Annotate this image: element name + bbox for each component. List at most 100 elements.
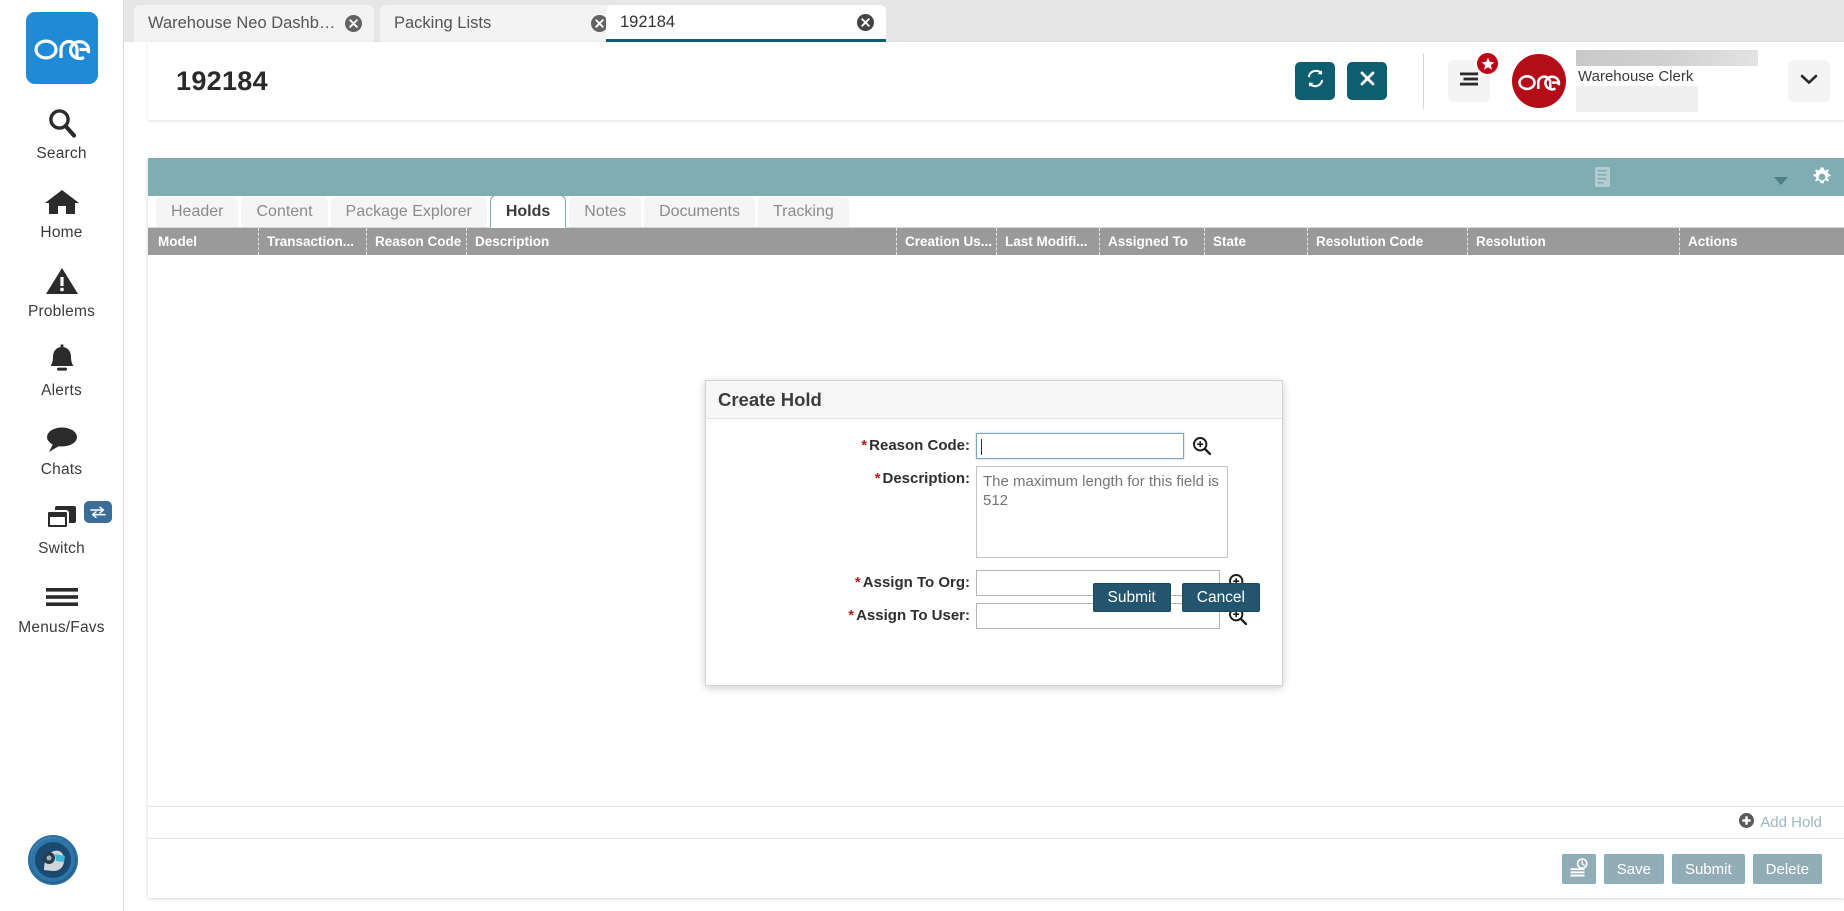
close-page-button[interactable] — [1347, 62, 1387, 100]
tab-package-explorer[interactable]: Package Explorer — [330, 197, 487, 227]
sidebar-item-home[interactable]: Home — [0, 183, 124, 242]
refresh-button[interactable] — [1295, 62, 1335, 100]
column-header-model[interactable]: Model — [148, 228, 258, 255]
swap-arrows-icon[interactable] — [83, 501, 112, 523]
warning-triangle-icon — [45, 262, 79, 300]
field-row-description: * Description: — [706, 466, 1282, 558]
column-header-last-modified[interactable]: Last Modifi... — [996, 228, 1099, 255]
close-icon[interactable] — [338, 15, 368, 32]
tab-label: Tracking — [773, 203, 834, 220]
gear-icon[interactable] — [1811, 166, 1833, 193]
submit-button[interactable]: Submit — [1671, 854, 1745, 884]
browser-tab-label: Packing Lists — [394, 14, 492, 32]
sidebar-item-switch[interactable]: Switch — [0, 499, 124, 558]
description-textarea[interactable] — [976, 466, 1228, 558]
reason-code-input[interactable] — [976, 433, 1184, 459]
history-log-icon — [1569, 857, 1589, 881]
browser-tab-warehouse-neo-dashboard[interactable]: Warehouse Neo Dashboard — [134, 5, 374, 42]
sidebar-item-label: Search — [36, 145, 87, 162]
user-extra-redacted — [1576, 86, 1698, 112]
bell-icon — [46, 341, 78, 379]
reason-code-label: * Reason Code: — [706, 433, 976, 459]
sidebar-item-chats[interactable]: Chats — [0, 420, 124, 479]
column-header-transaction[interactable]: Transaction... — [258, 228, 366, 255]
dialog-cancel-button[interactable]: Cancel — [1181, 583, 1260, 612]
left-sidebar: Search Home Problems Alerts Chats Switch… — [0, 0, 124, 911]
search-icon — [45, 104, 79, 142]
column-header-resolution[interactable]: Resolution — [1467, 228, 1679, 255]
tab-documents[interactable]: Documents — [644, 197, 755, 227]
tab-content[interactable]: Content — [241, 197, 328, 227]
header-actions: Warehouse Clerk — [1283, 42, 1844, 120]
tab-tracking[interactable]: Tracking — [758, 197, 849, 227]
save-button[interactable]: Save — [1603, 854, 1664, 884]
sidebar-item-menus-favs[interactable]: Menus/Favs — [0, 578, 124, 637]
close-x-icon — [1359, 70, 1376, 92]
sidebar-item-label: Home — [40, 224, 83, 241]
table-header-row: Model Transaction... Reason Code Descrip… — [148, 228, 1844, 255]
tab-label: Header — [171, 203, 224, 220]
tab-holds[interactable]: Holds — [489, 195, 567, 228]
description-label: * Description: — [706, 466, 976, 492]
tab-label: Notes — [584, 203, 627, 220]
user-menu-button[interactable] — [1788, 60, 1830, 102]
panel-toolbar — [148, 158, 1844, 196]
sidebar-item-label: Alerts — [41, 382, 82, 399]
sidebar-item-search[interactable]: Search — [0, 104, 124, 163]
page-header: 192184 Warehouse Clerk — [148, 42, 1844, 120]
add-hold-row: Add Hold — [148, 806, 1844, 839]
sidebar-item-problems[interactable]: Problems — [0, 262, 124, 321]
column-header-description[interactable]: Description — [466, 228, 896, 255]
one-brand-mark — [1512, 54, 1566, 108]
browser-tab-label: 192184 — [620, 12, 676, 31]
plus-circle-icon — [1739, 812, 1755, 833]
user-info: Warehouse Clerk — [1576, 50, 1776, 112]
menu-favorites-button[interactable] — [1448, 51, 1500, 102]
close-icon[interactable] — [850, 13, 880, 31]
add-hold-button[interactable]: Add Hold — [1739, 812, 1822, 833]
browser-tab-label: Warehouse Neo Dashboard — [148, 14, 338, 32]
header-divider — [1423, 53, 1424, 109]
caret-down-icon[interactable] — [1773, 173, 1789, 191]
magnifier-plus-icon[interactable] — [1192, 436, 1212, 460]
column-header-resolution-code[interactable]: Resolution Code — [1307, 228, 1467, 255]
history-log-button[interactable] — [1561, 854, 1596, 884]
application-root: Search Home Problems Alerts Chats Switch… — [0, 0, 1844, 911]
tab-header[interactable]: Header — [156, 197, 239, 227]
page-title: 192184 — [176, 65, 268, 96]
refresh-icon — [1305, 68, 1326, 94]
required-asterisk: * — [848, 607, 855, 624]
sidebar-item-label: Chats — [40, 461, 83, 478]
column-header-creation-user[interactable]: Creation Us... — [896, 228, 996, 255]
column-header-actions[interactable]: Actions — [1679, 228, 1799, 255]
tab-label: Documents — [659, 203, 740, 220]
windows-stack-icon — [44, 499, 80, 537]
assign-to-user-label-text: Assign To User: — [856, 607, 970, 624]
document-icon[interactable] — [1592, 165, 1614, 194]
column-header-assigned-to[interactable]: Assigned To — [1099, 228, 1204, 255]
required-asterisk: * — [854, 574, 861, 591]
tab-notes[interactable]: Notes — [569, 197, 642, 227]
user-role-label: Warehouse Clerk — [1578, 68, 1694, 85]
column-header-reason-code[interactable]: Reason Code — [366, 228, 466, 255]
delete-button[interactable]: Delete — [1752, 854, 1822, 884]
reason-code-label-text: Reason Code: — [869, 437, 970, 454]
required-asterisk: * — [874, 470, 881, 487]
avatar[interactable] — [28, 835, 78, 885]
assign-to-org-label: * Assign To Org: — [706, 570, 976, 596]
field-row-reason-code: * Reason Code: — [706, 433, 1282, 460]
sidebar-item-alerts[interactable]: Alerts — [0, 341, 124, 400]
star-icon — [1475, 51, 1500, 76]
browser-tab-192184[interactable]: 192184 — [606, 5, 886, 42]
chevron-down-icon — [1800, 72, 1818, 90]
dialog-submit-button[interactable]: Submit — [1092, 583, 1171, 612]
assign-to-org-label-text: Assign To Org: — [862, 574, 970, 591]
column-header-state[interactable]: State — [1204, 228, 1307, 255]
home-icon — [44, 183, 80, 221]
browser-tab-packing-lists[interactable]: Packing Lists — [380, 5, 620, 42]
one-logo[interactable] — [25, 12, 98, 84]
assign-to-user-label: * Assign To User: — [706, 603, 976, 629]
dialog-header: Create Hold — [706, 381, 1282, 419]
text-caret — [981, 439, 982, 455]
browser-tab-strip: Warehouse Neo Dashboard Packing Lists 19… — [124, 0, 1844, 42]
